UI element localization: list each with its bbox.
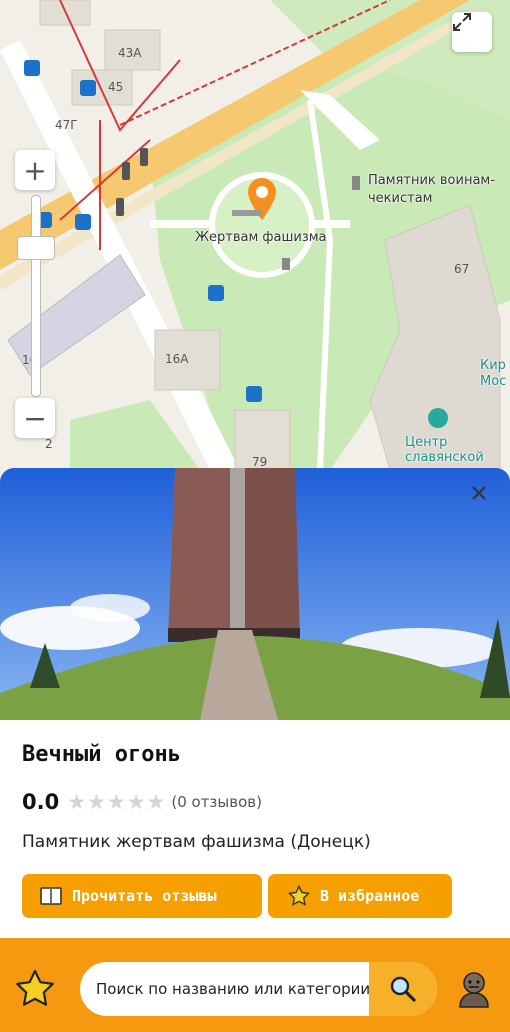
read-reviews-label: Прочитать отзывы	[72, 887, 217, 905]
poi-label[interactable]: Жертвам фашизма	[195, 230, 327, 245]
building-number: 16А	[165, 352, 189, 366]
map-view[interactable]: 43А 45 47Г 16 16А 67 79 2 Жертвам фашизм…	[0, 0, 510, 480]
zoom-slider-handle[interactable]	[17, 236, 55, 260]
place-card: Вечный огонь 0.0 ★ ★ ★ ★ ★ (0 отзывов) П…	[0, 468, 510, 938]
add-favorite-label: В избранное	[320, 887, 420, 905]
book-icon	[40, 887, 62, 905]
star-icon[interactable]: ★	[147, 791, 166, 813]
fullscreen-button[interactable]	[452, 12, 492, 52]
monument-label[interactable]: Памятник воинам-чекистам	[368, 172, 503, 208]
place-label[interactable]: Центр славянской	[405, 435, 500, 465]
search-icon	[390, 976, 416, 1002]
search-bar[interactable]	[80, 962, 437, 1016]
building-number: 43А	[118, 46, 142, 60]
building-number: 45	[108, 80, 124, 94]
star-icon[interactable]: ★	[67, 791, 86, 813]
star-icon[interactable]: ★	[127, 791, 146, 813]
close-icon	[472, 486, 486, 500]
close-card-button[interactable]	[466, 480, 492, 506]
place-label[interactable]: Кир Мос	[480, 358, 510, 390]
rating: 0.0 ★ ★ ★ ★ ★ (0 отзывов)	[22, 790, 262, 814]
search-input[interactable]	[80, 962, 384, 1016]
profile-button[interactable]	[456, 970, 492, 1012]
zoom-slider-track[interactable]	[31, 195, 41, 397]
zoom-in-button[interactable]: +	[15, 150, 55, 190]
add-favorite-button[interactable]: В избранное	[268, 874, 452, 918]
star-icon[interactable]: ★	[87, 791, 106, 813]
place-photo	[0, 468, 510, 720]
star-icon	[288, 885, 310, 906]
place-title: Вечный огонь	[22, 742, 181, 767]
building-number: 67	[454, 262, 470, 276]
reviews-count: (0 отзывов)	[171, 793, 262, 811]
building-number: 79	[252, 455, 268, 469]
zoom-out-button[interactable]: −	[15, 398, 55, 438]
bottom-bar	[0, 938, 510, 1032]
expand-icon	[453, 13, 471, 31]
star-icon[interactable]: ★	[107, 791, 126, 813]
favorites-button[interactable]	[14, 968, 56, 1014]
user-avatar-icon	[459, 972, 489, 1008]
rating-value: 0.0	[22, 790, 60, 814]
rating-stars[interactable]: ★ ★ ★ ★ ★	[67, 791, 166, 813]
search-button[interactable]	[369, 962, 437, 1016]
star-outline-icon	[16, 969, 54, 1006]
building-number: 47Г	[55, 118, 78, 132]
building-number: 2	[45, 437, 53, 451]
place-description: Памятник жертвам фашизма (Донецк)	[22, 832, 371, 852]
read-reviews-button[interactable]: Прочитать отзывы	[22, 874, 262, 918]
